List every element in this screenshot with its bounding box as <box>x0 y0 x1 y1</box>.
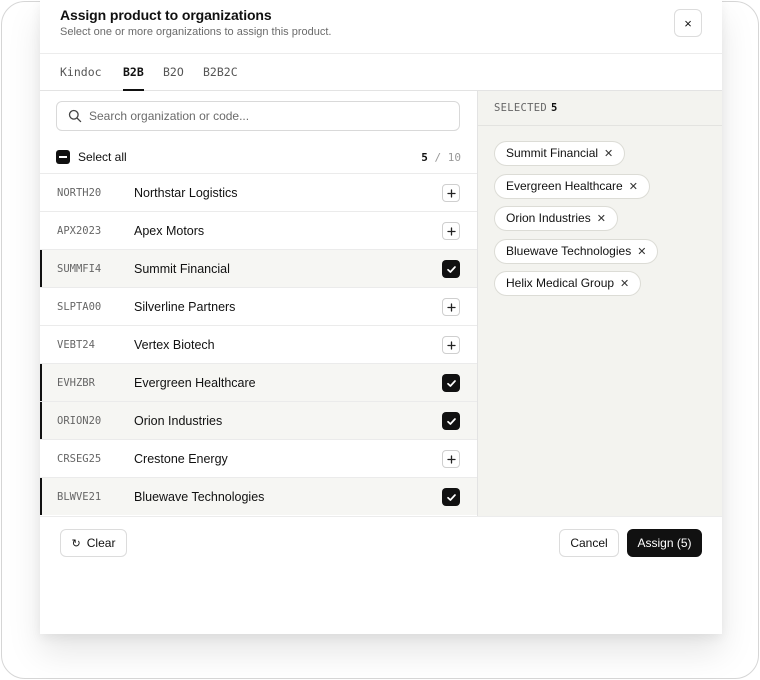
dialog-footer: ↻ Clear Cancel Assign (5) <box>40 516 722 634</box>
plus-icon <box>446 226 456 236</box>
org-code: CRSEG25 <box>57 453 102 465</box>
table-row[interactable]: VEBT24 Vertex Biotech <box>40 325 477 363</box>
dialog-header: Assign product to organizations Select o… <box>40 0 722 54</box>
selected-chips: Summit Financial ✕ Evergreen Healthcare ✕ Or… <box>494 141 714 304</box>
search-input[interactable] <box>89 102 449 130</box>
org-name: Orion Industries <box>134 414 223 428</box>
chip-label: Evergreen Healthcare <box>506 178 623 193</box>
table-row[interactable]: ORION20 Orion Industries <box>40 401 477 439</box>
selected-heading: SELECTED 5 <box>478 91 722 126</box>
org-code: EVHZBR <box>57 377 95 389</box>
table-row[interactable]: CRSEG25 Crestone Energy <box>40 439 477 477</box>
org-name: Crestone Energy <box>134 452 228 466</box>
org-code: SLPTA00 <box>57 301 102 313</box>
plus-icon <box>446 454 456 464</box>
selected-checkbox[interactable] <box>442 260 460 278</box>
chip-label: Orion Industries <box>506 211 591 225</box>
selected-panel: SELECTED 5 Summit Financial ✕ Evergreen Hea… <box>478 91 722 516</box>
org-name: Silverline Partners <box>134 300 236 314</box>
count-separator: / <box>427 151 448 164</box>
clear-label: Clear <box>86 536 116 550</box>
search-box <box>56 101 460 131</box>
plus-icon <box>446 188 456 198</box>
check-icon <box>446 265 456 273</box>
chip-label: Helix Medical Group <box>506 276 615 290</box>
cancel-button[interactable]: Cancel <box>559 529 619 557</box>
add-button[interactable] <box>442 222 460 240</box>
table-row[interactable]: EVHZBR Evergreen Healthcare <box>40 363 477 401</box>
org-name: Apex Motors <box>134 224 205 238</box>
add-button[interactable] <box>442 298 460 316</box>
chip-label: Summit Financial <box>506 146 599 160</box>
remove-chip-icon[interactable]: ✕ <box>629 176 638 199</box>
clear-button[interactable]: ↻ Clear <box>60 529 127 557</box>
table-row[interactable]: NORTH20 Northstar Logistics <box>40 173 477 211</box>
plus-icon <box>446 340 456 350</box>
select-all-checkbox[interactable] <box>56 150 70 164</box>
table-row[interactable]: SUMMFI4 Summit Financial <box>40 249 477 287</box>
check-icon <box>446 493 456 501</box>
add-button[interactable] <box>442 336 460 354</box>
selected-checkbox[interactable] <box>442 374 460 392</box>
org-code: APX2023 <box>57 225 102 237</box>
selected-heading-count: 5 <box>550 102 558 114</box>
org-name: Northstar Logistics <box>134 186 238 200</box>
organization-rows: NORTH20 Northstar Logistics APX2023 Apex Mo… <box>40 173 477 515</box>
check-icon <box>446 417 456 425</box>
selected-checkbox[interactable] <box>442 488 460 506</box>
table-row[interactable]: APX2023 Apex Motors <box>40 211 477 249</box>
org-code: ORION20 <box>57 415 102 427</box>
check-icon <box>446 379 456 387</box>
add-button[interactable] <box>442 184 460 202</box>
close-button[interactable]: × <box>674 9 702 37</box>
selected-chip: Orion Industries ✕ <box>494 206 618 231</box>
tab-bar: Kindoc B2B B2O B2B2C <box>40 54 722 91</box>
remove-chip-icon[interactable]: ✕ <box>604 143 613 166</box>
remove-chip-icon[interactable]: ✕ <box>597 208 606 231</box>
chip-label: Bluewave Technologies <box>506 243 632 258</box>
selected-chip: Evergreen Healthcare ✕ <box>494 173 650 199</box>
org-name: Vertex Biotech <box>134 338 215 352</box>
dialog-subtitle: Select one or more organizations to assi… <box>60 26 332 38</box>
add-button[interactable] <box>442 450 460 468</box>
dialog-title: Assign product to organizations <box>60 7 272 23</box>
tab-b2o[interactable]: B2O <box>163 54 184 91</box>
org-name: Bluewave Technologies <box>134 490 265 504</box>
selected-checkbox[interactable] <box>442 412 460 430</box>
select-all-label[interactable]: Select all <box>78 150 127 164</box>
org-code: SUMMFI4 <box>57 263 102 275</box>
selection-counter: 5 / 10 <box>421 151 461 164</box>
close-icon: × <box>684 15 692 31</box>
tab-kindoc[interactable]: Kindoc <box>60 54 102 91</box>
tab-b2b2c[interactable]: B2B2C <box>203 54 238 91</box>
organization-list-panel: Select all 5 / 10 NORTH20 Northstar Logis… <box>40 91 477 516</box>
tab-b2b[interactable]: B2B <box>123 54 144 91</box>
selected-chip: Bluewave Technologies ✕ <box>494 238 659 264</box>
table-row[interactable]: BLWVE21 Bluewave Technologies <box>40 477 477 515</box>
org-code: BLWVE21 <box>57 491 102 503</box>
plus-icon <box>446 302 456 312</box>
selected-count: 5 <box>421 151 428 164</box>
selected-chip: Helix Medical Group ✕ <box>494 271 642 296</box>
org-name: Summit Financial <box>134 262 230 276</box>
org-code: NORTH20 <box>57 187 102 199</box>
refresh-icon: ↻ <box>71 538 81 550</box>
remove-chip-icon[interactable]: ✕ <box>620 273 629 296</box>
remove-chip-icon[interactable]: ✕ <box>637 241 646 264</box>
table-row[interactable]: SLPTA00 Silverline Partners <box>40 287 477 325</box>
selected-chip: Summit Financial ✕ <box>494 141 626 166</box>
total-count: 10 <box>447 151 461 164</box>
search-icon <box>68 109 82 123</box>
select-all-row: Select all 5 / 10 <box>56 149 461 165</box>
assign-dialog: Assign product to organizations Select o… <box>40 0 722 634</box>
assign-button[interactable]: Assign (5) <box>627 529 702 557</box>
org-name: Evergreen Healthcare <box>134 376 256 390</box>
org-code: VEBT24 <box>57 339 95 351</box>
selected-heading-label: SELECTED <box>494 102 547 114</box>
